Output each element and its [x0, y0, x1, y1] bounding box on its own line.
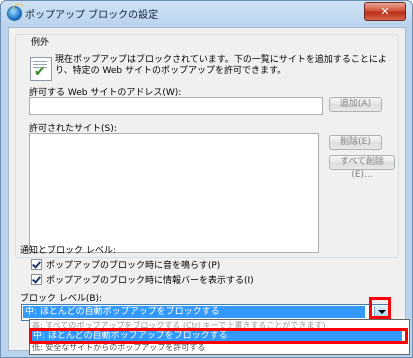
address-input[interactable]: [29, 97, 323, 115]
close-button[interactable]: ✕: [364, 2, 406, 21]
block-level-selected-value: 中: ほとんどの自動ポップアップをブロックする: [23, 306, 365, 318]
info-text: 現在ポップアップはブロックされています。下の一覧にサイトを追加することにより、特…: [55, 55, 387, 76]
exceptions-group: 例外 ✔ 現在ポップアップはブロックされています。下の一覧にサイトを追加すること…: [15, 34, 399, 258]
play-sound-label: ポップアップのブロック時に音を鳴らす(P): [46, 261, 221, 271]
show-infobar-option[interactable]: ポップアップのブロック時に情報バーを表示する(I): [31, 273, 254, 286]
allowed-sites-list[interactable]: [29, 133, 319, 253]
dropdown-arrow-highlight: [369, 297, 391, 319]
show-infobar-label: ポップアップのブロック時に情報バーを表示する(I): [46, 276, 254, 286]
play-sound-option[interactable]: ポップアップのブロック時に音を鳴らす(P): [31, 258, 220, 271]
window-title: ポップアップ ブロックの設定: [25, 10, 159, 21]
exceptions-group-label: 例外: [28, 35, 53, 48]
add-button[interactable]: 追加(A): [329, 97, 382, 112]
title-bar: ポップアップ ブロックの設定 ✕: [1, 1, 412, 25]
remove-all-button[interactable]: すべて削除(E)...: [329, 155, 395, 180]
show-infobar-checkbox[interactable]: [31, 274, 42, 285]
info-list-icon: ✔: [30, 57, 52, 81]
notification-section-label: 通知とブロック レベル:: [20, 246, 116, 256]
check-icon: ✔: [34, 64, 46, 80]
popup-blocker-settings-window: ポップアップ ブロックの設定 ✕ 例外 ✔ 現在ポップアップはブロックされていま…: [0, 0, 413, 358]
block-level-label: ブロック レベル(B):: [20, 294, 103, 304]
internet-explorer-icon: [7, 6, 22, 21]
selected-option-highlight: [29, 328, 408, 344]
dialog-content: 例外 ✔ 現在ポップアップはブロックされています。下の一覧にサイトを追加すること…: [8, 27, 406, 351]
remove-button[interactable]: 削除(E): [329, 135, 382, 150]
play-sound-checkbox[interactable]: [31, 259, 42, 270]
